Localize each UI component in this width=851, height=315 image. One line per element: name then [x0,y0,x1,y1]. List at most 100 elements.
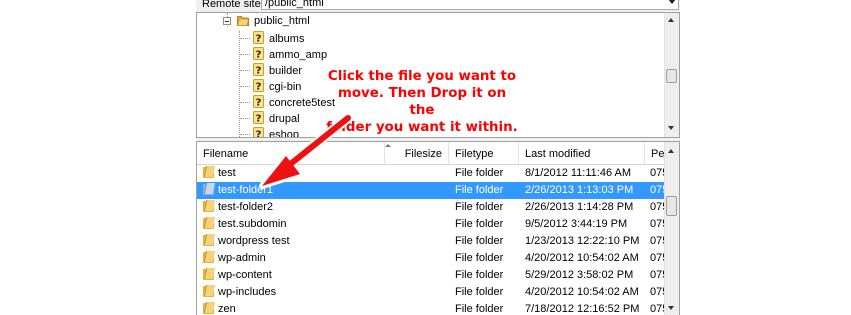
instruction-callout: Click the file you want to move. Then Dr… [324,68,520,136]
chevron-down-icon[interactable] [668,0,676,4]
scroll-up-icon[interactable] [668,149,674,153]
file-name: test-folder1 [218,184,274,196]
file-type: File folder [455,303,504,315]
folder-icon [203,268,216,280]
callout-line: folder you want it within. [326,120,518,135]
table-row-selected[interactable]: test-folder1 File folder 2/26/2013 1:13:03… [197,182,667,199]
svg-text:?: ? [256,34,262,45]
folder-icon [203,285,216,297]
file-name: wp-content [218,269,272,281]
folder-icon [203,234,216,246]
file-type: File folder [455,269,504,281]
unknown-folder-question-icon: ? [253,127,264,137]
file-type: File folder [455,235,504,247]
tree-connector [240,118,250,119]
scroll-down-icon[interactable] [668,126,674,130]
folder-icon [236,14,250,26]
file-list-header: Filename Filesize Filetype Last modified… [197,142,667,165]
folder-icon [203,217,216,229]
tree-item[interactable]: ? eshop [253,127,299,138]
file-modified: 2/26/2013 1:13:03 PM [525,184,634,196]
file-type: File folder [455,286,504,298]
file-type: File folder [455,218,504,230]
table-row[interactable]: zen File folder 7/18/2012 12:16:52 PM 075 [197,301,667,315]
unknown-folder-question-icon: ? [253,47,264,61]
tree-connector [240,38,250,39]
file-modified: 4/20/2012 10:54:02 AM [525,286,639,298]
folder-icon [203,166,216,178]
tree-item[interactable]: ? ammo_amp [253,47,327,63]
remote-site-label: Remote site: [202,0,264,10]
tree-collapse-icon[interactable] [223,17,231,25]
tree-connector [240,70,250,71]
file-name: test [218,167,236,179]
tree-item[interactable]: ? builder [253,63,302,79]
svg-text:?: ? [256,114,262,125]
file-modified: 9/5/2012 3:44:19 PM [525,218,628,230]
unknown-folder-question-icon: ? [253,95,264,109]
svg-text:?: ? [256,82,262,93]
tree-connector [239,31,240,137]
scroll-thumb[interactable] [666,69,677,83]
table-row[interactable]: wordpress test File folder 1/23/2013 12:22… [197,233,667,250]
scroll-thumb[interactable] [666,196,677,216]
file-name: wp-includes [218,286,277,298]
tree-item-public-html[interactable]: public_html [236,13,310,29]
file-name: test.subdomin [218,218,287,230]
callout-line: Click the file you want to [327,69,517,84]
folder-icon [203,200,216,212]
table-row[interactable]: wp-admin File folder 4/20/2012 10:54:02 AM… [197,250,667,267]
tree-connector [240,86,250,87]
unknown-folder-question-icon: ? [253,111,264,125]
tree-item[interactable]: ? cgi-bin [253,79,301,95]
table-row[interactable]: wp-content File folder 5/29/2012 3:58:02 P… [197,267,667,284]
tree-item-label: drupal [269,113,300,125]
file-modified: 2/26/2013 1:14:28 PM [525,201,634,213]
column-header-filesize[interactable]: Filesize [385,142,449,164]
unknown-folder-question-icon: ? [253,79,264,93]
tree-item-label: albums [269,33,305,45]
file-list-scrollbar[interactable] [664,142,679,315]
svg-text:?: ? [256,50,262,61]
folder-icon [203,251,216,263]
tree-item-label: builder [269,65,303,77]
unknown-folder-question-icon: ? [253,63,264,77]
svg-text:?: ? [256,98,262,109]
table-row[interactable]: test File folder 8/1/2012 11:11:46 AM 075 [197,165,667,182]
file-name: zen [218,303,236,315]
table-row[interactable]: test.subdomin File folder 9/5/2012 3:44:19… [197,216,667,233]
file-type: File folder [455,201,504,213]
folder-icon [203,183,216,195]
column-header-filename[interactable]: Filename [197,142,385,164]
tree-scrollbar[interactable] [664,13,679,137]
svg-text:?: ? [256,66,262,77]
file-modified: 5/29/2012 3:58:02 PM [525,269,634,281]
file-name: wp-admin [218,252,266,264]
tree-item[interactable]: ? albums [253,31,304,47]
tree-connector [240,54,250,55]
tree-item-label: public_html [254,15,310,27]
file-name: wordpress test [218,235,290,247]
tree-item-label: ammo_amp [269,49,328,61]
file-modified: 7/18/2012 12:16:52 PM [525,303,640,315]
tree-item-label: eshop [269,129,299,138]
column-header-last-modified[interactable]: Last modified [519,142,645,164]
file-type: File folder [455,167,504,179]
scroll-down-icon[interactable] [668,306,674,310]
tree-connector [240,102,250,103]
remote-site-path-value: /public_html [265,0,324,9]
tree-item[interactable]: ? concrete5test [253,95,335,111]
scroll-up-icon[interactable] [668,18,674,22]
file-name: test-folder2 [218,201,274,213]
file-type: File folder [455,252,504,264]
tree-item[interactable]: ? drupal [253,111,300,127]
column-header-filetype[interactable]: Filetype [449,142,519,164]
table-row[interactable]: wp-includes File folder 4/20/2012 10:54:02… [197,284,667,301]
unknown-folder-question-icon: ? [253,31,264,45]
folder-icon [203,302,216,314]
table-row[interactable]: test-folder2 File folder 2/26/2013 1:14:28… [197,199,667,216]
remote-file-list[interactable]: Filename Filesize Filetype Last modified… [196,141,680,315]
remote-site-path-input[interactable]: /public_html [261,0,679,10]
file-type: File folder [455,184,504,196]
file-modified: 4/20/2012 10:54:02 AM [525,252,639,264]
